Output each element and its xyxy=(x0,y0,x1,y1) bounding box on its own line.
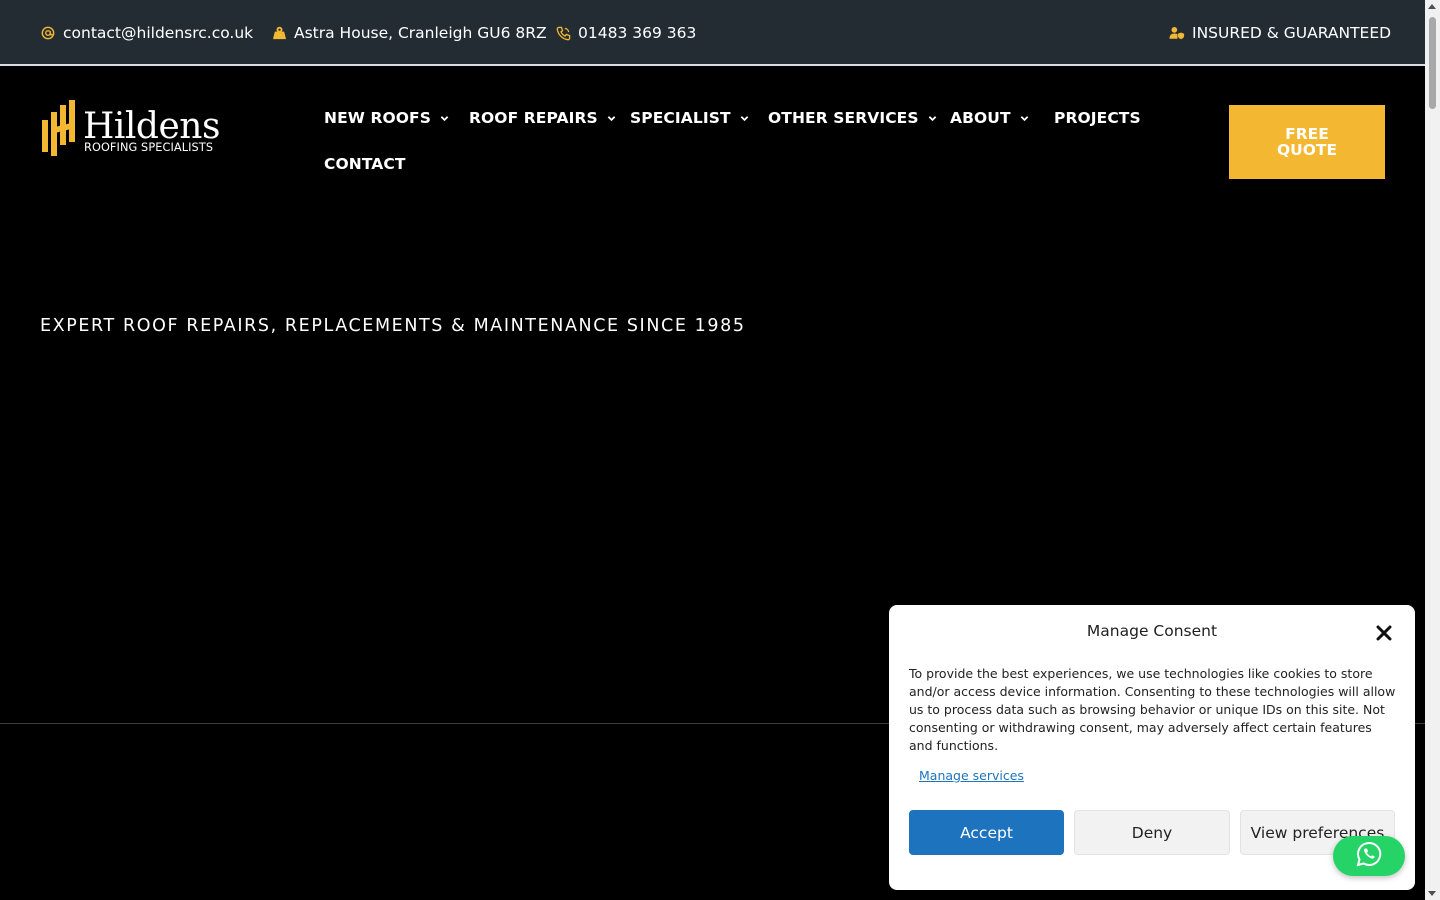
deny-button[interactable]: Deny xyxy=(1074,810,1230,855)
nav-contact[interactable]: CONTACT xyxy=(324,155,406,173)
nav-other-services[interactable]: OTHER SERVICES xyxy=(768,109,937,127)
whatsapp-chat-button[interactable] xyxy=(1333,836,1405,876)
address-text: Astra House, Cranleigh GU6 8RZ xyxy=(294,24,547,42)
chevron-down-icon xyxy=(928,114,937,123)
nav-specialist[interactable]: SPECIALIST xyxy=(630,109,749,127)
consent-message: To provide the best experiences, we use … xyxy=(909,666,1396,753)
close-icon[interactable] xyxy=(1375,624,1393,642)
nav-label: CONTACT xyxy=(324,155,406,173)
accept-button[interactable]: Accept xyxy=(909,810,1064,855)
page-scrollbar[interactable] xyxy=(1425,0,1440,900)
phone-link[interactable]: 01483 369 363 xyxy=(555,0,696,66)
chevron-down-icon xyxy=(440,114,449,123)
nav-projects[interactable]: PROJECTS xyxy=(1054,109,1141,127)
map-icon xyxy=(271,25,287,41)
chevron-down-icon xyxy=(1020,114,1029,123)
nav-label: ROOF REPAIRS xyxy=(469,109,598,127)
nav-label: PROJECTS xyxy=(1054,109,1141,127)
consent-title: Manage Consent xyxy=(1086,622,1218,640)
nav-label: ABOUT xyxy=(950,109,1011,127)
chevron-down-icon xyxy=(740,114,749,123)
logo-mark xyxy=(42,100,75,156)
at-icon xyxy=(40,25,56,41)
nav-about[interactable]: ABOUT xyxy=(950,109,1029,127)
nav-label: NEW ROOFS xyxy=(324,109,431,127)
top-info-bar: contact@hildensrc.co.uk Astra House, Cra… xyxy=(0,0,1425,66)
scroll-down-arrow-icon[interactable] xyxy=(1428,891,1436,896)
chevron-down-icon xyxy=(607,114,616,123)
scrollbar-thumb[interactable] xyxy=(1429,17,1436,109)
nav-roof-repairs[interactable]: ROOF REPAIRS xyxy=(469,109,616,127)
nav-label: SPECIALIST xyxy=(630,109,731,127)
nav-new-roofs[interactable]: NEW ROOFS xyxy=(324,109,449,127)
site-logo[interactable]: Hildens ROOFING SPECIALISTS xyxy=(40,100,226,156)
svg-text:ROOFING SPECIALISTS: ROOFING SPECIALISTS xyxy=(84,141,213,154)
address-link[interactable]: Astra House, Cranleigh GU6 8RZ xyxy=(271,0,547,66)
insured-badge: INSURED & GUARANTEED xyxy=(1169,0,1391,66)
phone-icon xyxy=(555,25,571,41)
manage-services-link[interactable]: Manage services xyxy=(919,768,1024,783)
email-link[interactable]: contact@hildensrc.co.uk xyxy=(40,0,253,66)
free-quote-button[interactable]: FREE QUOTE xyxy=(1229,105,1385,179)
hero-tagline: EXPERT ROOF REPAIRS, REPLACEMENTS & MAIN… xyxy=(40,316,746,336)
phone-text: 01483 369 363 xyxy=(578,24,697,42)
user-shield-icon xyxy=(1169,25,1185,41)
email-text: contact@hildensrc.co.uk xyxy=(63,24,254,42)
nav-label: OTHER SERVICES xyxy=(768,109,919,127)
whatsapp-icon xyxy=(1356,841,1382,871)
scroll-up-arrow-icon[interactable] xyxy=(1428,4,1436,9)
insured-text: INSURED & GUARANTEED xyxy=(1192,24,1392,42)
